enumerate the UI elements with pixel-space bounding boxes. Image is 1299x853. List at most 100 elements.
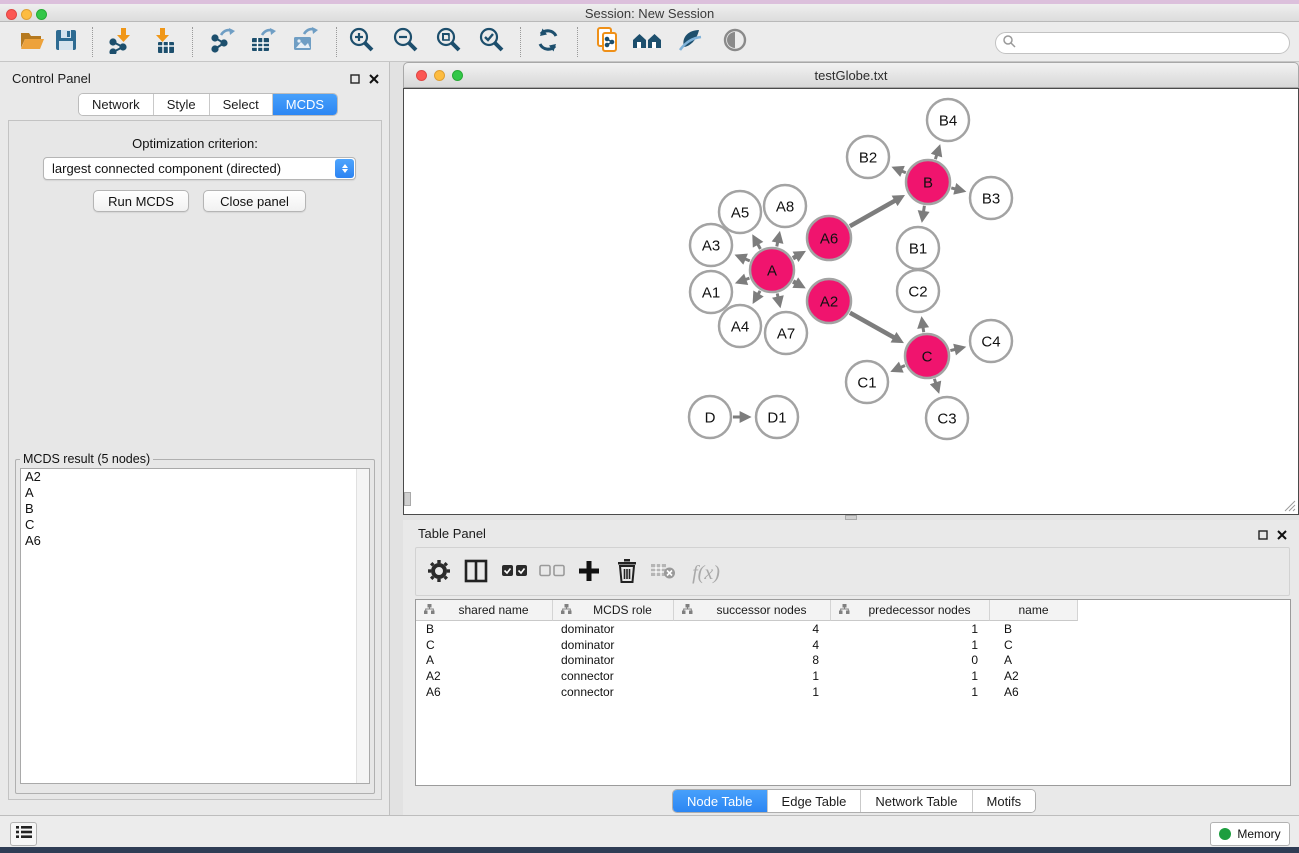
show-columns-button[interactable] (461, 558, 491, 588)
table-row[interactable]: A6connector11A6 (416, 684, 1290, 700)
duplicate-network-button[interactable] (592, 26, 624, 58)
mcds-result-list[interactable]: A2ABCA6 (20, 468, 370, 784)
table-row[interactable]: A2connector11A2 (416, 668, 1290, 684)
graph-node-C2[interactable]: C2 (897, 270, 939, 312)
graph-node-B4[interactable]: B4 (927, 99, 969, 141)
graph-edge-A-A3[interactable] (743, 258, 749, 261)
table-cell[interactable]: 4 (674, 637, 831, 653)
select-all-button[interactable] (500, 558, 530, 588)
table-cell[interactable]: dominator (553, 637, 674, 653)
table-cell[interactable]: dominator (553, 652, 674, 668)
tab-node-table[interactable]: Node Table (673, 790, 768, 812)
run-mcds-button[interactable]: Run MCDS (93, 190, 189, 212)
column-header-MCDS-role[interactable]: MCDS role (553, 600, 674, 621)
result-list-scrollbar[interactable] (356, 469, 369, 783)
graph-node-A2[interactable]: A2 (807, 279, 851, 323)
table-cell[interactable]: 1 (831, 621, 990, 637)
graph-node-C4[interactable]: C4 (970, 320, 1012, 362)
graph-edge-C-C1[interactable] (899, 366, 905, 369)
graph-node-A4[interactable]: A4 (719, 305, 761, 347)
graph-edge-A-A4[interactable] (757, 291, 760, 296)
table-cell[interactable]: 8 (674, 652, 831, 668)
graph-edge-A-A7[interactable] (777, 293, 778, 298)
zoom-out-button[interactable] (390, 26, 422, 58)
table-cell[interactable]: B (990, 621, 1078, 637)
window-resize-grip[interactable] (1282, 498, 1296, 512)
table-cell[interactable]: connector (553, 684, 674, 700)
graph-edge-A-A8[interactable] (777, 240, 778, 246)
table-cell[interactable]: A6 (416, 684, 553, 700)
network-window-titlebar[interactable]: testGlobe.txt (403, 62, 1299, 88)
tab-network[interactable]: Network (79, 94, 154, 115)
table-row[interactable]: Adominator80A (416, 652, 1290, 668)
graph-edge-A6-B[interactable] (850, 200, 897, 226)
table-cell[interactable]: 1 (831, 637, 990, 653)
delete-columns-button[interactable] (612, 558, 642, 588)
column-header-name[interactable]: name (990, 600, 1078, 621)
result-list-item[interactable]: A2 (21, 469, 369, 485)
table-cell[interactable]: C (416, 637, 553, 653)
graph-edge-A-A2[interactable] (793, 281, 797, 283)
table-cell[interactable]: B (416, 621, 553, 637)
result-list-item[interactable]: A6 (21, 533, 369, 549)
table-cell[interactable]: C (990, 637, 1078, 653)
graph-node-C3[interactable]: C3 (926, 397, 968, 439)
table-cell[interactable]: A (990, 652, 1078, 668)
table-cell[interactable]: dominator (553, 621, 674, 637)
graph-node-C[interactable]: C (905, 334, 949, 378)
tab-select[interactable]: Select (210, 94, 273, 115)
import-table-button[interactable] (147, 26, 179, 58)
graph-node-D1[interactable]: D1 (756, 396, 798, 438)
zoom-selected-button[interactable] (476, 26, 508, 58)
import-network-button[interactable] (104, 26, 136, 58)
export-table-button[interactable] (246, 26, 278, 58)
graph-edge-B-B2[interactable] (900, 170, 906, 172)
graph-node-C1[interactable]: C1 (846, 361, 888, 403)
table-row[interactable]: Cdominator41C (416, 637, 1290, 653)
column-header-predecessor-nodes[interactable]: predecessor nodes (831, 600, 990, 621)
table-cell[interactable]: A2 (990, 668, 1078, 684)
export-network-button[interactable] (206, 26, 238, 58)
table-cell[interactable]: 0 (831, 652, 990, 668)
graph-node-B[interactable]: B (906, 160, 950, 204)
graph-edge-A-A6[interactable] (793, 256, 798, 259)
cybrowser-button[interactable] (674, 26, 706, 58)
float-panel-icon[interactable] (1258, 527, 1268, 545)
tab-network-table[interactable]: Network Table (861, 790, 972, 812)
table-cell[interactable]: 1 (674, 668, 831, 684)
graph-node-A8[interactable]: A8 (764, 185, 806, 227)
graph-edge-B-B3[interactable] (951, 188, 957, 189)
table-row[interactable]: Bdominator41B (416, 621, 1290, 637)
graph-node-A5[interactable]: A5 (719, 191, 761, 233)
graph-node-A[interactable]: A (750, 248, 794, 292)
network-canvas[interactable]: B4B2BB3A8A5A6A3B1AC2A1A2A4A7C4CC1DD1C3 (403, 88, 1299, 515)
memory-button[interactable]: Memory (1210, 822, 1290, 846)
column-header-shared-name[interactable]: shared name (416, 600, 553, 621)
create-column-button[interactable] (574, 558, 604, 588)
tab-motifs[interactable]: Motifs (973, 790, 1036, 812)
zoom-fit-button[interactable] (433, 26, 465, 58)
float-panel-icon[interactable] (350, 71, 360, 89)
graph-edge-B-B1[interactable] (923, 206, 924, 214)
tab-mcds[interactable]: MCDS (273, 94, 337, 115)
graph-edge-A2-C[interactable] (850, 313, 896, 339)
table-cell[interactable]: 4 (674, 621, 831, 637)
table-cell[interactable]: 1 (674, 684, 831, 700)
table-cell[interactable]: 1 (831, 668, 990, 684)
graph-edge-C-C4[interactable] (950, 349, 957, 351)
tab-edge-table[interactable]: Edge Table (768, 790, 862, 812)
close-panel-icon[interactable] (369, 71, 379, 89)
zoom-in-button[interactable] (346, 26, 378, 58)
graph-edge-C-C3[interactable] (934, 379, 936, 385)
canvas-vertical-scrollbar[interactable] (404, 492, 411, 506)
graph-node-B1[interactable]: B1 (897, 227, 939, 269)
graph-node-A1[interactable]: A1 (690, 271, 732, 313)
graph-edge-B-B4[interactable] (935, 153, 937, 159)
deselect-all-button[interactable] (537, 558, 567, 588)
result-list-item[interactable]: C (21, 517, 369, 533)
graph-edge-C-C2[interactable] (923, 326, 924, 333)
graph-node-D[interactable]: D (689, 396, 731, 438)
result-list-item[interactable]: A (21, 485, 369, 501)
ndex-browse-button[interactable] (631, 26, 663, 58)
criterion-select[interactable]: largest connected component (directed) (43, 157, 356, 180)
